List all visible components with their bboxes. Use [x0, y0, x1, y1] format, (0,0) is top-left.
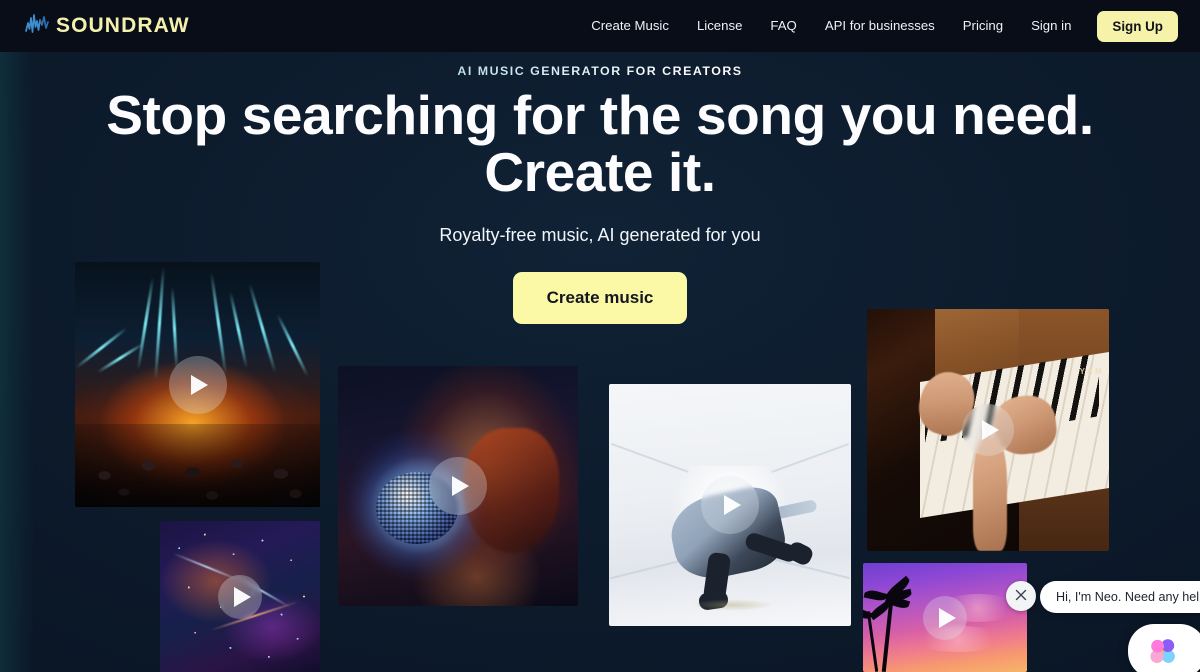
close-icon [1015, 589, 1027, 604]
video-tile-sunset[interactable] [863, 563, 1027, 672]
nav-create-music[interactable]: Create Music [577, 0, 683, 52]
play-icon[interactable] [218, 574, 262, 619]
chat-greeting-bubble[interactable]: Hi, I'm Neo. Need any help? [1040, 581, 1200, 613]
page-root: SOUNDRAW Create Music License FAQ API fo… [0, 0, 1200, 672]
play-icon[interactable] [701, 476, 759, 534]
video-tile-city-night[interactable] [160, 521, 320, 672]
play-icon[interactable] [168, 355, 227, 414]
main-navigation: Create Music License FAQ API for busines… [577, 0, 1178, 52]
create-music-button[interactable]: Create music [512, 272, 688, 325]
nav-pricing[interactable]: Pricing [949, 0, 1017, 52]
video-gallery: YAM [0, 0, 1200, 672]
piano-brand-label: YAM [1079, 367, 1105, 377]
nav-faq[interactable]: FAQ [756, 0, 810, 52]
neo-avatar-icon [1148, 636, 1178, 666]
hero-cta-wrap: Create music [0, 272, 1200, 325]
play-icon[interactable] [923, 595, 967, 640]
nav-api-for-businesses[interactable]: API for businesses [811, 0, 949, 52]
nav-license[interactable]: License [683, 0, 756, 52]
chat-close-button[interactable] [1006, 581, 1036, 611]
play-icon[interactable] [962, 404, 1014, 456]
video-tile-dancer[interactable] [609, 384, 851, 626]
nav-sign-in[interactable]: Sign in [1017, 0, 1085, 52]
sign-up-button[interactable]: Sign Up [1097, 10, 1178, 42]
play-icon[interactable] [429, 457, 487, 515]
waveform-icon [24, 12, 54, 41]
site-header: SOUNDRAW Create Music License FAQ API fo… [0, 0, 1200, 52]
brand-name: SOUNDRAW [56, 14, 190, 37]
chat-launcher-button[interactable] [1128, 624, 1200, 672]
brand-logo[interactable]: SOUNDRAW [24, 12, 190, 41]
video-tile-disco[interactable] [338, 366, 578, 606]
video-tile-piano[interactable]: YAM [867, 309, 1109, 551]
